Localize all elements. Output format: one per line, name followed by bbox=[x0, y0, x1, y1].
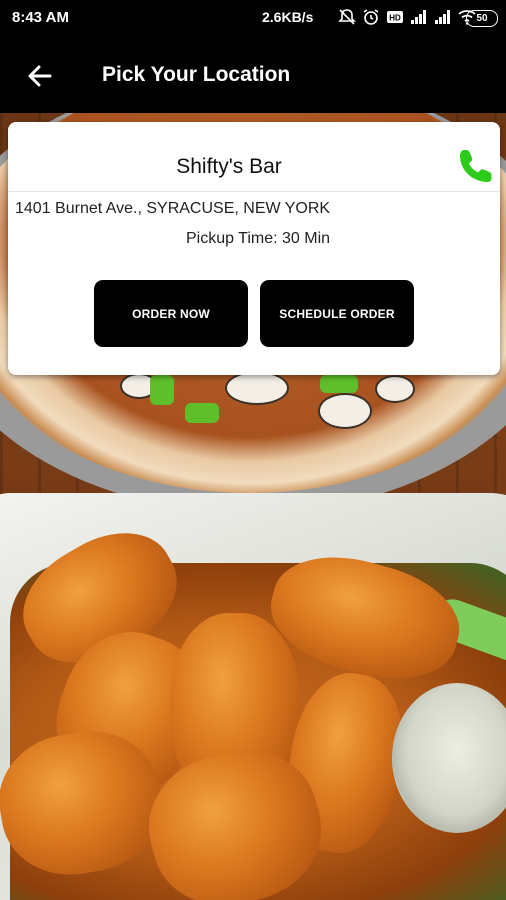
back-arrow-icon[interactable] bbox=[26, 62, 54, 90]
pepper-topping bbox=[320, 375, 358, 393]
status-icons: HD bbox=[338, 8, 476, 26]
app-bar: Pick Your Location bbox=[0, 36, 506, 113]
order-now-button[interactable]: ORDER NOW bbox=[94, 280, 248, 347]
mute-icon bbox=[338, 9, 356, 25]
card-divider bbox=[8, 191, 500, 192]
signal-icon bbox=[411, 10, 426, 24]
svg-text:HD: HD bbox=[389, 14, 401, 23]
location-address: 1401 Burnet Ave., SYRACUSE, NEW YORK bbox=[15, 200, 331, 217]
pickup-time: Pickup Time: 30 Min bbox=[185, 230, 331, 247]
status-time: 8:43 AM bbox=[12, 9, 69, 26]
pepper-topping bbox=[185, 403, 219, 423]
alarm-icon bbox=[363, 9, 379, 25]
network-speed: 2.6KB/s bbox=[262, 9, 314, 25]
battery-icon: 50 bbox=[466, 10, 498, 27]
page-title: Pick Your Location bbox=[102, 63, 291, 86]
location-card: Shifty's Bar 1401 Burnet Ave., SYRACUSE,… bbox=[8, 122, 500, 375]
pepper-topping bbox=[150, 375, 174, 405]
mushroom-topping bbox=[375, 375, 415, 403]
hd-icon: HD bbox=[387, 11, 403, 23]
signal-icon bbox=[435, 10, 450, 24]
location-name: Shifty's Bar bbox=[176, 155, 282, 178]
mushroom-topping bbox=[225, 371, 289, 405]
phone-icon[interactable] bbox=[456, 146, 496, 186]
mushroom-topping bbox=[318, 393, 372, 429]
status-bar: 8:43 AM 2.6KB/s HD 50 bbox=[0, 0, 506, 36]
schedule-order-button[interactable]: SCHEDULE ORDER bbox=[260, 280, 414, 347]
